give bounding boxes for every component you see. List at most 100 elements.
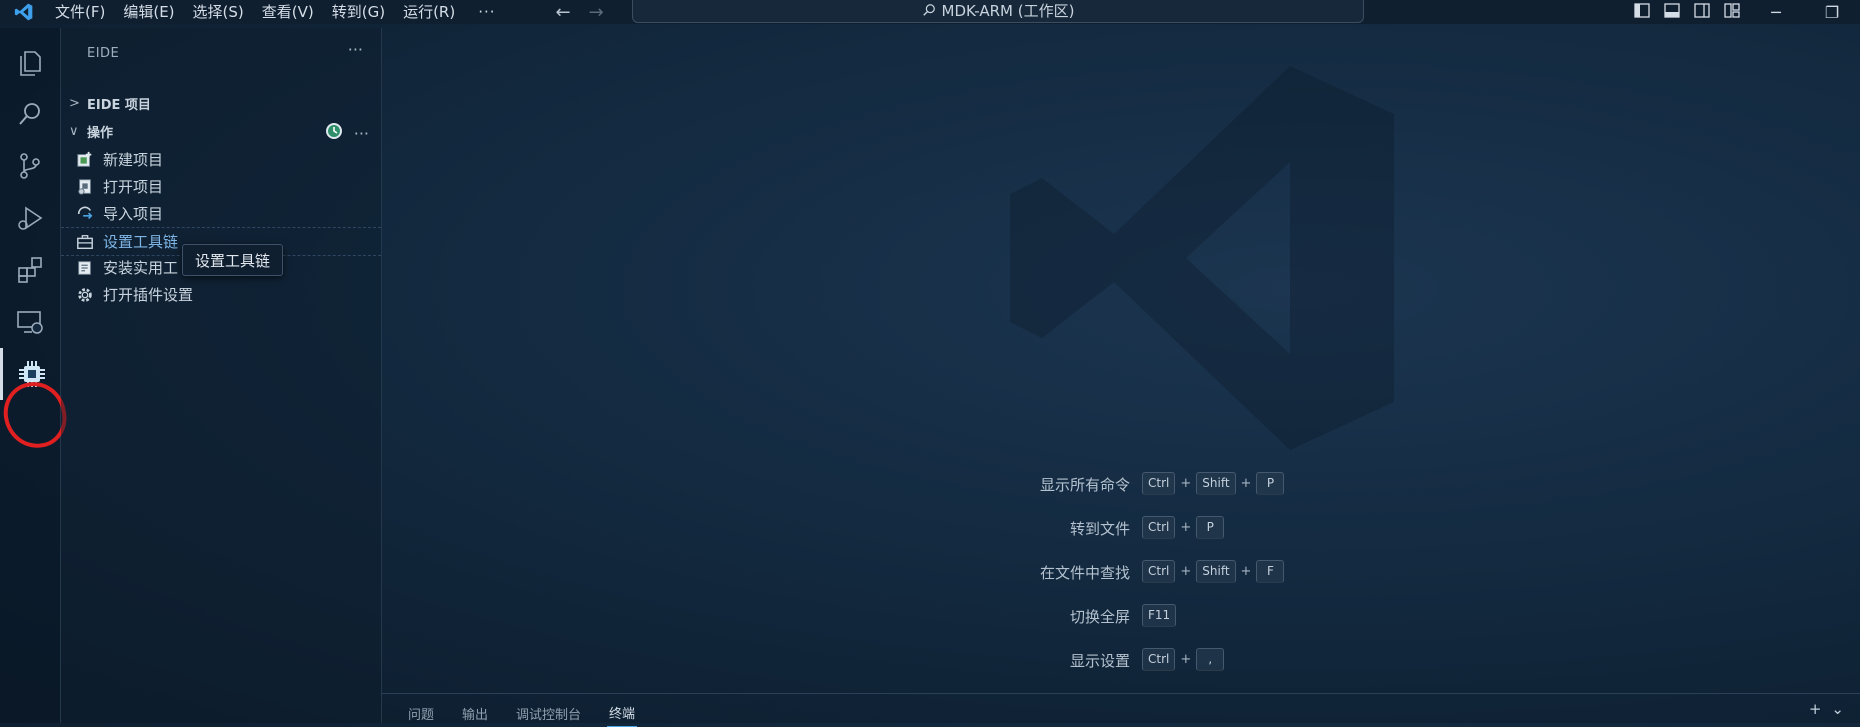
toggle-panel-icon[interactable] [1664,3,1680,18]
extensions-icon[interactable] [0,244,60,296]
toolchain-tooltip: 设置工具链 [182,244,284,276]
menu-view[interactable]: 查看(V) [253,0,323,24]
shortcut-go-to-file: 转到文件 Ctrl + P [942,516,1442,540]
section-label: EIDE 项目 [87,97,151,113]
key: Ctrl [1142,472,1176,495]
minimize-icon[interactable]: ─ [1748,0,1804,24]
new-project-icon [75,150,95,170]
shortcut-keys: F11 [1142,604,1177,627]
shortcut-label: 显示设置 [1069,652,1130,670]
action-label: 打开项目 [103,178,164,196]
shortcut-label: 转到文件 [1069,520,1130,538]
menu-go[interactable]: 转到(G) [323,0,394,24]
shortcut-label: 显示所有命令 [1039,476,1130,494]
restore-icon[interactable]: ❐ [1804,0,1860,24]
chevron-right-icon: > [69,95,80,111]
toggle-secondary-sidebar-icon[interactable] [1694,3,1710,18]
toggle-primary-sidebar-icon[interactable] [1634,3,1650,18]
search-view-icon[interactable] [0,88,60,140]
history-icon[interactable] [324,121,344,145]
command-center-text: MDK-ARM (工作区) [941,1,1075,20]
action-open-extension-settings[interactable]: 打开插件设置 [61,281,381,308]
shortcut-find-in-files: 在文件中查找 Ctrl + Shift + F [942,560,1442,584]
key: F [1256,560,1285,583]
shortcut-label: 切换全屏 [1069,608,1130,626]
chevron-down-icon: ∨ [69,123,79,139]
menu-run[interactable]: 运行(R) [394,0,464,24]
open-project-icon [75,177,95,197]
key: P [1196,516,1225,539]
remote-explorer-icon[interactable] [0,296,60,348]
menu-edit[interactable]: 编辑(E) [114,0,183,24]
toolbox-icon [75,232,95,252]
key-plus: + [1240,476,1252,491]
command-center-search[interactable]: MDK-ARM (工作区) [632,0,1364,23]
tab-output[interactable]: 输出 [460,700,490,727]
action-label: 安装实用工 [103,259,179,277]
sidebar-title: EIDE [87,46,120,61]
window-controls: ─ ❐ [1748,0,1860,24]
editor-area: 显示所有命令 Ctrl + Shift + P 转到文件 Ctrl + P 在文件中查… [382,28,1860,693]
key: Ctrl [1142,648,1176,671]
key-plus: + [1180,520,1192,535]
tab-debug-console[interactable]: 调试控制台 [514,700,583,727]
key-plus: + [1180,476,1192,491]
new-terminal-button[interactable]: + [1809,700,1822,718]
key: P [1256,472,1285,495]
shortcut-keys: Ctrl + P [1142,516,1225,539]
panel-actions: + ⌄ [1809,700,1844,718]
eide-sidebar: EIDE ··· > EIDE 项目 ∨ 操作 ··· 新建项目 打开项目 导入… [61,28,382,723]
action-label: 新建项目 [103,151,164,169]
run-debug-icon[interactable] [0,192,60,244]
panel-tab-bar: 问题 输出 调试控制台 终端 + ⌄ [382,693,1860,727]
section-label: 操作 [87,125,114,141]
menu-more-button[interactable]: ··· [464,0,509,24]
tab-problems[interactable]: 问题 [406,700,436,727]
action-import-project[interactable]: 导入项目 [61,200,381,227]
section-eide-project[interactable]: > EIDE 项目 [61,90,381,116]
key: , [1196,648,1225,671]
action-label: 打开插件设置 [103,286,194,304]
key-plus: + [1180,564,1192,579]
import-project-icon [75,204,95,224]
navigation-arrows: ← → [556,2,604,23]
gear-icon [75,285,95,305]
menu-file[interactable]: 文件(F) [46,0,114,24]
key: F11 [1142,604,1177,627]
back-arrow-icon[interactable]: ← [556,2,571,23]
menu-selection[interactable]: 选择(S) [184,0,253,24]
terminal-dropdown-icon[interactable]: ⌄ [1831,700,1844,718]
action-label: 导入项目 [103,205,164,223]
title-bar: 文件(F) 编辑(E) 选择(S) 查看(V) 转到(G) 运行(R) ··· … [0,0,1860,24]
action-label: 设置工具链 [103,233,179,251]
key-plus: + [1180,652,1192,667]
shortcut-show-all-commands: 显示所有命令 Ctrl + Shift + P [942,472,1442,496]
source-control-icon[interactable] [0,140,60,192]
customize-layout-icon[interactable] [1724,3,1740,18]
sidebar-more-button[interactable]: ··· [348,40,363,59]
action-open-project[interactable]: 打开项目 [61,173,381,200]
shortcut-keys: Ctrl + Shift + P [1142,472,1285,495]
action-new-project[interactable]: 新建项目 [61,146,381,173]
vscode-logo-icon [14,2,34,22]
shortcut-show-settings: 显示设置 Ctrl + , [942,648,1442,672]
vscode-watermark-icon [1010,66,1394,450]
key-plus: + [1240,564,1252,579]
shortcut-keys: Ctrl + , [1142,648,1225,671]
shortcut-toggle-fullscreen: 切换全屏 F11 [942,604,1442,628]
explorer-icon[interactable] [0,36,60,88]
activity-bar [0,28,61,723]
layout-controls [1634,3,1740,18]
key: Shift [1196,472,1236,495]
key: Shift [1196,560,1236,583]
forward-arrow-icon[interactable]: → [589,2,604,23]
section-more-button[interactable]: ··· [354,124,369,143]
key: Ctrl [1142,560,1176,583]
search-icon [922,4,935,16]
shortcut-keys: Ctrl + Shift + F [1142,560,1285,583]
shortcut-label: 在文件中查找 [1039,564,1130,582]
install-tools-icon [75,258,95,278]
key: Ctrl [1142,516,1176,539]
section-actions-toolbar: ··· [324,121,369,145]
section-actions[interactable]: ∨ 操作 ··· [61,118,381,144]
